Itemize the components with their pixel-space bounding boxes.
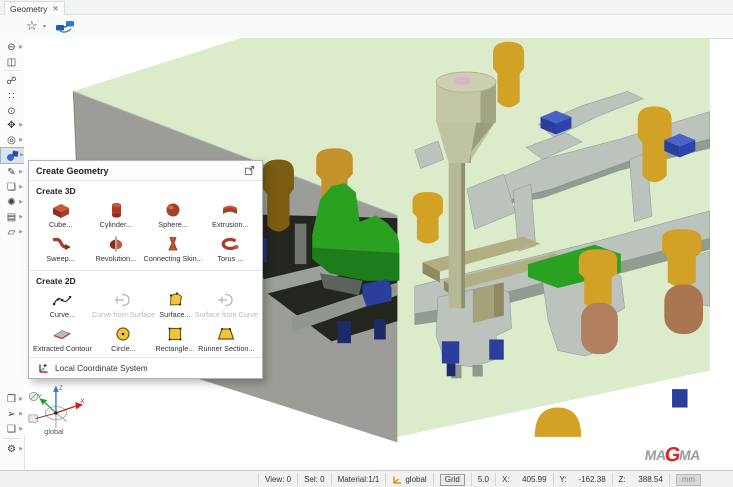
- status-selection: Sel: 0: [297, 473, 330, 486]
- popout-icon[interactable]: [244, 165, 255, 176]
- axes-cs-label: global: [44, 429, 64, 436]
- axis-x-label: X: [80, 398, 85, 405]
- panel-item-runner-section[interactable]: Runner Section...: [195, 322, 258, 356]
- status-bar: View: 0 Sel: 0 Material:1/1 global Grid …: [0, 470, 733, 487]
- status-grid-size[interactable]: 5.0: [471, 473, 495, 486]
- axis-z-label: Z: [59, 385, 63, 392]
- panel-item-revolution[interactable]: Revolution...: [88, 232, 143, 266]
- panel-item-surface[interactable]: Surface...: [155, 288, 195, 322]
- create-geometry-icon[interactable]: ▶: [0, 147, 25, 164]
- status-unit: mm: [669, 473, 707, 486]
- axis-y-label: Y: [38, 393, 43, 400]
- snap-target-icon[interactable]: ◎▶: [0, 133, 23, 147]
- circle-icon: [111, 324, 135, 344]
- panel-item-torus[interactable]: Torus ...: [203, 232, 258, 266]
- clip-plane-icon[interactable]: ◫: [0, 55, 23, 69]
- revolution-icon: [104, 234, 128, 254]
- favorites-icon[interactable]: ☆: [26, 18, 38, 34]
- measure-link-icon[interactable]: ☍: [0, 74, 23, 88]
- main-toolbar: ☆ ▾: [0, 15, 733, 39]
- curve-from-surface-icon: [111, 290, 135, 310]
- tag-icon[interactable]: ▱▶: [0, 225, 23, 239]
- panel-item-sweep[interactable]: Sweep...: [33, 232, 88, 266]
- pattern-icon[interactable]: ✺▶: [0, 195, 23, 209]
- sphere-icon: [161, 200, 185, 220]
- unit-box: mm: [676, 474, 701, 486]
- tab-bar: Geometry ✕: [0, 0, 733, 15]
- connecting-skin-icon: [161, 234, 185, 254]
- edit-geometry-icon[interactable]: ✎▶: [0, 165, 23, 179]
- panel-item-circle[interactable]: Circle...: [92, 322, 155, 356]
- status-coordinate-system[interactable]: global: [385, 473, 432, 486]
- rectangle-icon: [163, 324, 187, 344]
- surface-icon: [163, 290, 187, 310]
- toolbar-divider: [3, 438, 20, 439]
- magma-geometry-window: Geometry ✕ ☆ ▾ ⊖▶ ◫ ☍ ∷ ⊙ ✥▶ ◎▶ ▶ ✎▶ ❏▶ …: [0, 0, 733, 487]
- pick-cursor-icon[interactable]: ➢▶: [0, 407, 23, 421]
- panel-item-sphere[interactable]: Sphere...: [144, 198, 203, 232]
- panel-item-curve-from-surface: Curve from Surface: [92, 288, 155, 322]
- grid-button[interactable]: Grid: [440, 474, 465, 486]
- select-mouse-icon[interactable]: ⊖▶: [0, 40, 23, 54]
- create-geometry-panel: Create Geometry Create 3D Cube... Cylind…: [28, 160, 263, 379]
- status-x: X:405.99: [495, 473, 553, 486]
- surface-from-curve-icon: [214, 290, 238, 310]
- tab-geometry[interactable]: Geometry ✕: [4, 1, 65, 15]
- settings-gear-icon[interactable]: ⚙▶: [0, 442, 23, 456]
- annotate-icon[interactable]: ❐▶: [0, 392, 23, 406]
- panel-item-cylinder[interactable]: Cylinder...: [88, 198, 143, 232]
- torus-icon: [218, 234, 242, 254]
- section-icon[interactable]: ▤▶: [0, 210, 23, 224]
- panel-item-connecting-skin[interactable]: Connecting Skin...: [144, 232, 203, 266]
- close-icon[interactable]: ✕: [52, 5, 58, 13]
- point-list-icon[interactable]: ∷: [0, 89, 23, 103]
- vertex-icon[interactable]: ⊙: [0, 104, 23, 118]
- panel-title: Create Geometry: [36, 166, 109, 176]
- local-coordinate-system-item[interactable]: Local Coordinate System: [29, 357, 262, 378]
- cs-axes-icon: [392, 475, 402, 485]
- duplicate-icon[interactable]: ❏▶: [0, 180, 23, 194]
- toolbar-divider: [3, 70, 20, 71]
- section-create-3d: Create 3D: [29, 181, 262, 197]
- status-grid[interactable]: Grid: [433, 473, 471, 486]
- cube-icon: [49, 200, 73, 220]
- transform-move-icon[interactable]: ✥▶: [0, 118, 23, 132]
- tab-label: Geometry: [10, 4, 47, 14]
- left-toolbar: ⊖▶ ◫ ☍ ∷ ⊙ ✥▶ ◎▶ ▶ ✎▶ ❏▶ ✺▶ ▤▶ ▱▶ ❐▶ ➢▶ …: [0, 38, 25, 470]
- extracted-contour-icon: [50, 324, 74, 344]
- panel-item-curve[interactable]: Curve...: [33, 288, 92, 322]
- local-coordinate-system-icon: [37, 362, 49, 374]
- panel-item-surface-from-curve: Surface from Curve: [195, 288, 258, 322]
- panel-item-rectangle[interactable]: Rectangle...: [155, 322, 195, 356]
- panel-item-extrusion[interactable]: Extrusion...: [203, 198, 258, 232]
- status-y: Y:-162.38: [553, 473, 612, 486]
- panel-item-cube[interactable]: Cube...: [33, 198, 88, 232]
- magma-logo: MAGMA: [644, 447, 701, 463]
- workflow-icon[interactable]: [55, 18, 77, 34]
- curve-icon: [50, 290, 74, 310]
- status-material: Material:1/1: [331, 473, 386, 486]
- extrusion-icon: [218, 200, 242, 220]
- cylinder-icon: [104, 200, 128, 220]
- favorites-dropdown-icon[interactable]: ▾: [43, 23, 46, 30]
- sweep-icon: [49, 234, 73, 254]
- sheet-icon[interactable]: ❑▶: [0, 422, 23, 436]
- status-view: View: 0: [258, 473, 297, 486]
- panel-item-extracted-contour[interactable]: Extracted Contour: [33, 322, 92, 356]
- section-create-2d: Create 2D: [29, 271, 262, 287]
- status-z: Z:388.54: [612, 473, 669, 486]
- runner-section-icon: [214, 324, 238, 344]
